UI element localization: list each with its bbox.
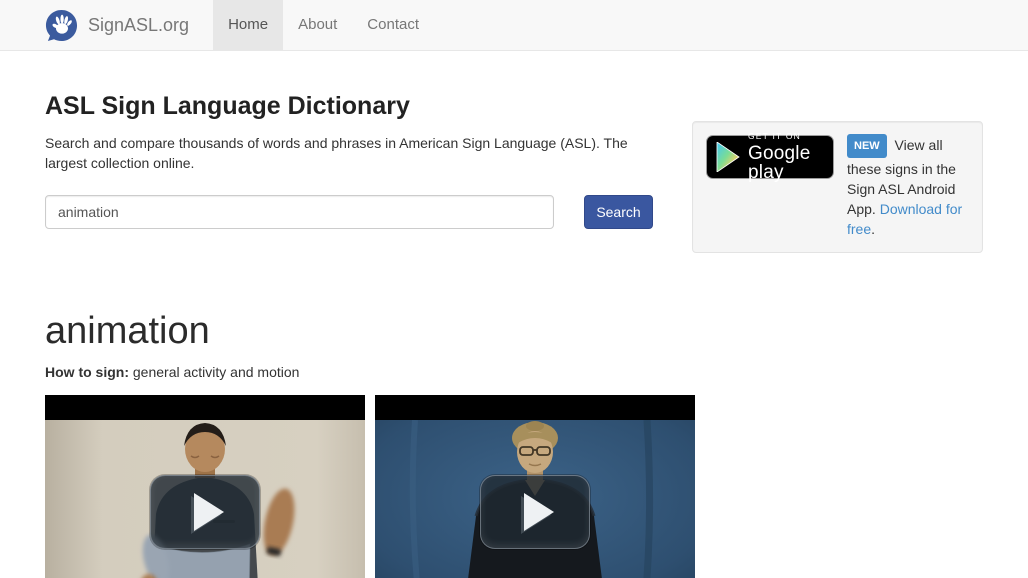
how-to-sign-description: general activity and motion bbox=[129, 364, 299, 380]
google-play-badge-text: GET IT ON Google play bbox=[748, 132, 824, 182]
video-thumbnail-1[interactable] bbox=[45, 395, 365, 578]
android-app-promo-panel: GET IT ON Google play NEW View all these… bbox=[692, 121, 983, 253]
nav-menu: Home About Contact bbox=[213, 0, 434, 50]
how-to-sign-label: How to sign: bbox=[45, 364, 129, 380]
nav-item-contact[interactable]: Contact bbox=[352, 0, 434, 50]
play-icon bbox=[194, 493, 224, 531]
play-button[interactable] bbox=[150, 475, 260, 549]
page-title: ASL Sign Language Dictionary bbox=[45, 92, 653, 121]
search-button[interactable]: Search bbox=[584, 195, 653, 229]
how-to-sign-line: How to sign: general activity and motion bbox=[45, 364, 983, 380]
get-it-on-text: GET IT ON bbox=[748, 132, 824, 141]
navbar: SignASL.org Home About Contact bbox=[0, 0, 1028, 51]
video-thumbnail-2[interactable] bbox=[375, 395, 695, 578]
google-play-text: Google play bbox=[748, 144, 824, 182]
search-form: Search bbox=[45, 195, 653, 229]
signasl-logo-hand-icon bbox=[45, 9, 78, 42]
promo-message: NEW View all these signs in the Sign ASL… bbox=[847, 135, 969, 239]
brand-text: SignASL.org bbox=[88, 15, 189, 36]
nav-item-about[interactable]: About bbox=[283, 0, 352, 50]
new-badge: NEW bbox=[847, 134, 887, 158]
play-button[interactable] bbox=[480, 475, 590, 549]
main-content: ASL Sign Language Dictionary Search and … bbox=[45, 51, 983, 578]
promo-message-suffix: . bbox=[871, 221, 875, 237]
google-play-badge[interactable]: GET IT ON Google play bbox=[706, 135, 834, 179]
play-icon bbox=[524, 493, 554, 531]
google-play-icon bbox=[716, 142, 740, 172]
search-result-word: animation bbox=[45, 310, 983, 353]
search-input[interactable] bbox=[45, 195, 554, 229]
nav-item-home[interactable]: Home bbox=[213, 0, 283, 50]
video-results bbox=[45, 395, 983, 578]
page-description: Search and compare thousands of words an… bbox=[45, 133, 640, 174]
brand-link[interactable]: SignASL.org bbox=[45, 0, 189, 50]
